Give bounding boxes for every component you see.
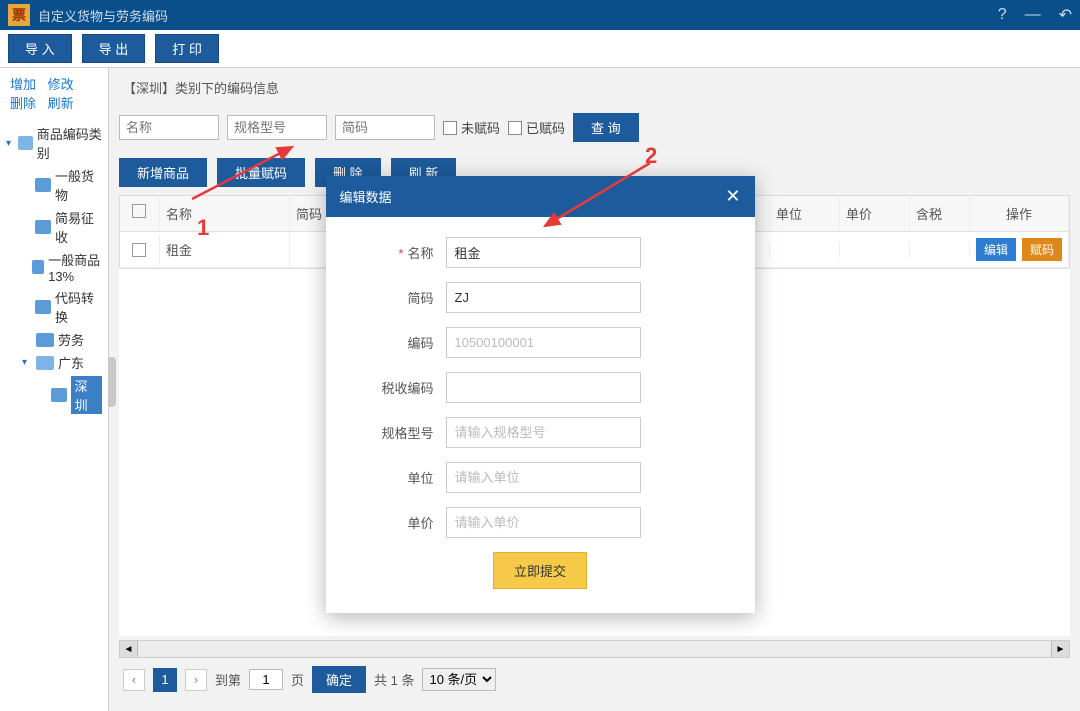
label-num: 编码: [356, 333, 446, 352]
panel-title: 【深圳】类别下的编码信息: [119, 78, 1070, 97]
pager-page-unit: 页: [291, 670, 304, 689]
sidebar-collapse-handle[interactable]: [108, 357, 116, 407]
tree-item-simple[interactable]: 简易征收: [6, 206, 102, 248]
label-price: 单价: [356, 513, 446, 532]
input-spec[interactable]: [446, 417, 641, 448]
close-icon[interactable]: ✕: [725, 186, 740, 207]
print-button[interactable]: 打 印: [155, 34, 219, 63]
tree-item-goods[interactable]: 一般货物: [6, 164, 102, 206]
minimize-icon[interactable]: —: [1025, 6, 1041, 24]
pager-current[interactable]: 1: [153, 668, 177, 692]
pager-next[interactable]: ›: [185, 669, 207, 691]
folder-icon: [35, 178, 51, 192]
pager-page-input[interactable]: [249, 669, 283, 690]
input-name[interactable]: [446, 237, 641, 268]
input-price[interactable]: [446, 507, 641, 538]
filter-code-input[interactable]: [335, 115, 435, 140]
sidebar-delete[interactable]: 删除: [10, 96, 36, 111]
col-inc: 含税: [910, 196, 970, 231]
dialog-title: 编辑数据: [340, 187, 392, 206]
row-checkbox[interactable]: [132, 243, 146, 257]
filter-name-input[interactable]: [119, 115, 219, 140]
col-name: 名称: [160, 196, 290, 231]
folder-open-icon: [18, 136, 33, 150]
col-price: 单价: [840, 196, 910, 231]
label-name: 名称: [407, 246, 433, 261]
pager-confirm-button[interactable]: 确定: [312, 666, 366, 693]
app-title: 自定义货物与劳务编码: [38, 6, 168, 25]
input-code[interactable]: [446, 282, 641, 313]
label-tax: 税收编码: [356, 378, 446, 397]
category-tree: ▾商品编码类别 一般货物 简易征收 一般商品13% 代码转换 劳务 ▾广东 深圳: [0, 118, 108, 420]
tree-item-labor[interactable]: 劳务: [6, 328, 102, 351]
folder-open-icon: [36, 356, 54, 370]
app-logo: 票: [8, 4, 30, 26]
sidebar-refresh[interactable]: 刷新: [48, 96, 74, 111]
sidebar-add[interactable]: 增加: [10, 77, 36, 92]
dialog-titlebar: 编辑数据 ✕: [326, 176, 755, 217]
titlebar: 票 自定义货物与劳务编码 ? — ↶: [0, 0, 1080, 30]
col-op: 操作: [970, 196, 1069, 231]
back-icon[interactable]: ↶: [1059, 5, 1072, 25]
folder-icon: [36, 333, 54, 347]
query-button[interactable]: 查 询: [573, 113, 639, 142]
label-spec: 规格型号: [356, 423, 446, 442]
help-icon[interactable]: ?: [998, 6, 1007, 24]
label-unit: 单位: [356, 468, 446, 487]
edit-dialog: 编辑数据 ✕ *名称 简码 编码 税收编码 规格型号 单位 单价 立即提交: [326, 176, 755, 613]
tree-root[interactable]: ▾商品编码类别: [6, 122, 102, 164]
filter-spec-input[interactable]: [227, 115, 327, 140]
pager-size-select[interactable]: 10 条/页: [422, 668, 496, 691]
select-all-checkbox[interactable]: [132, 204, 146, 218]
folder-icon: [32, 260, 44, 274]
filter-assigned-checkbox[interactable]: 已赋码: [508, 118, 565, 137]
pager-prev[interactable]: ‹: [123, 669, 145, 691]
batch-assign-button[interactable]: 批量赋码: [217, 158, 305, 187]
tree-item-13pct[interactable]: 一般商品13%: [6, 248, 102, 286]
export-button[interactable]: 导 出: [82, 34, 146, 63]
folder-icon: [35, 300, 51, 314]
tree-item-convert[interactable]: 代码转换: [6, 286, 102, 328]
add-product-button[interactable]: 新增商品: [119, 158, 207, 187]
folder-icon: [35, 220, 51, 234]
main-toolbar: 导 入 导 出 打 印: [0, 30, 1080, 68]
input-unit[interactable]: [446, 462, 641, 493]
input-tax[interactable]: [446, 372, 641, 403]
filter-bar: 未赋码 已赋码 查 询: [119, 107, 1070, 148]
sidebar-edit[interactable]: 修改: [48, 77, 74, 92]
submit-button[interactable]: 立即提交: [493, 552, 587, 589]
tree-item-shenzhen[interactable]: 深圳: [6, 374, 102, 416]
sidebar: 增加 修改 删除 刷新 ▾商品编码类别 一般货物 简易征收 一般商品13% 代码…: [0, 68, 109, 711]
pager-total: 共 1 条: [374, 670, 414, 689]
horizontal-scrollbar[interactable]: ◄►: [119, 640, 1070, 658]
sidebar-actions: 增加 修改 删除 刷新: [0, 68, 108, 118]
input-num[interactable]: [446, 327, 641, 358]
row-edit-button[interactable]: 编辑: [976, 238, 1016, 261]
label-code: 简码: [356, 288, 446, 307]
pager-goto-label: 到第: [215, 670, 241, 689]
import-button[interactable]: 导 入: [8, 34, 72, 63]
col-unit: 单位: [770, 196, 840, 231]
tree-item-guangdong[interactable]: ▾广东: [6, 351, 102, 374]
cell-name: 租金: [160, 232, 290, 267]
folder-icon: [51, 388, 67, 402]
filter-unassigned-checkbox[interactable]: 未赋码: [443, 118, 500, 137]
row-assign-button[interactable]: 赋码: [1022, 238, 1062, 261]
pager: ‹ 1 › 到第 页 确定 共 1 条 10 条/页: [119, 658, 1070, 701]
